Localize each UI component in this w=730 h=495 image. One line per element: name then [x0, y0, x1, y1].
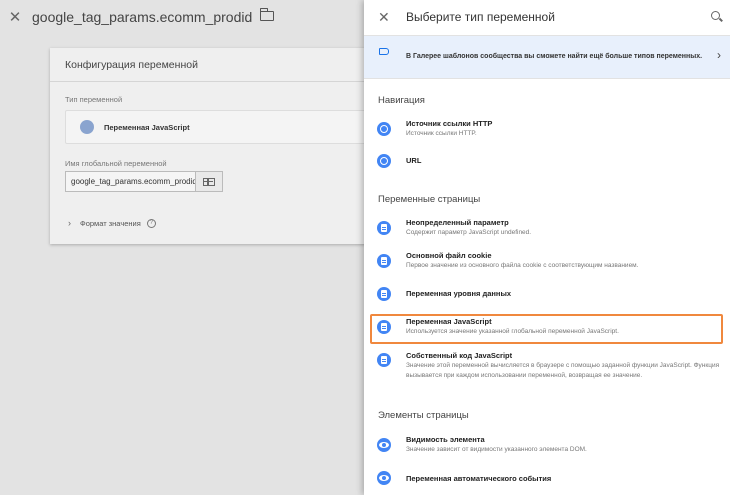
section-page-elements: Элементы страницы: [378, 410, 469, 421]
document-icon: [377, 254, 391, 268]
item-desc: Первое значение из основного файла cooki…: [406, 262, 639, 269]
panel-title: Выберите тип переменной: [406, 10, 555, 24]
section-navigation: Навигация: [378, 95, 425, 106]
list-item-undefined[interactable]: Неопределенный параметр Содержит парамет…: [364, 215, 730, 243]
format-value-toggle[interactable]: › Формат значения ?: [68, 218, 156, 228]
item-desc: Содержит параметр JavaScript undefined.: [406, 229, 532, 236]
item-title: Видимость элемента: [406, 435, 485, 444]
document-icon: [377, 221, 391, 235]
list-item-custom-js[interactable]: Собственный код JavaScript Значение этой…: [364, 349, 730, 393]
global-var-label: Имя глобальной переменной: [65, 159, 167, 168]
list-item-visibility[interactable]: Видимость элемента Значение зависит от в…: [364, 433, 730, 461]
variable-config-card: Конфигурация переменной Тип переменной П…: [50, 48, 395, 244]
type-label: Тип переменной: [65, 95, 123, 104]
variable-picker-button[interactable]: [196, 171, 223, 192]
brick-icon: [203, 177, 215, 186]
item-title: Неопределенный параметр: [406, 218, 509, 227]
variable-name[interactable]: google_tag_params.ecomm_prodid: [32, 9, 252, 25]
card-title: Конфигурация переменной: [50, 48, 390, 82]
list-item-cookie[interactable]: Основной файл cookie Первое значение из …: [364, 248, 730, 276]
eye-icon: [377, 471, 391, 485]
list-item-referrer[interactable]: Источник ссылки HTTP Источник ссылки HTT…: [364, 116, 730, 146]
section-page-variables: Переменные страницы: [378, 194, 481, 205]
panel-header: ✕ Выберите тип переменной: [364, 0, 730, 34]
eye-icon: [377, 438, 391, 452]
gallery-promo-banner[interactable]: В Галерее шаблонов сообщества вы сможете…: [364, 35, 730, 79]
folder-icon[interactable]: [259, 8, 275, 21]
promo-text: В Галерее шаблонов сообщества вы сможете…: [406, 53, 703, 60]
js-variable-icon: [80, 120, 94, 134]
document-icon: [377, 353, 391, 367]
item-title: Собственный код JavaScript: [406, 351, 513, 360]
item-title: Переменная автоматического события: [406, 474, 552, 483]
item-desc: Значение этой переменной вычисляется в б…: [406, 362, 720, 379]
list-item-datalayer[interactable]: Переменная уровня данных: [364, 283, 730, 305]
item-title: URL: [406, 156, 422, 165]
list-item-url[interactable]: URL: [364, 150, 730, 172]
format-label: Формат значения: [80, 218, 141, 228]
chevron-right-icon: ›: [68, 218, 71, 228]
list-item-auto-event[interactable]: Переменная автоматического события: [364, 468, 730, 490]
close-icon[interactable]: ✕: [378, 9, 390, 26]
globe-icon: [377, 122, 391, 136]
variable-type-value: Переменная JavaScript: [104, 122, 190, 132]
tag-icon: [379, 48, 389, 55]
item-desc: Источник ссылки HTTP.: [406, 130, 477, 137]
item-title: Переменная уровня данных: [406, 289, 512, 298]
document-icon: [377, 287, 391, 301]
variable-type-selector[interactable]: Переменная JavaScript: [65, 110, 395, 144]
global-var-input[interactable]: google_tag_params.ecomm_prodid: [65, 171, 196, 192]
close-editor-icon[interactable]: ✕: [4, 8, 26, 26]
search-icon[interactable]: [711, 11, 720, 20]
item-title: Основной файл cookie: [406, 251, 492, 260]
selection-highlight: [370, 314, 723, 344]
item-title: Источник ссылки HTTP: [406, 119, 493, 128]
globe-icon: [377, 154, 391, 168]
variable-type-panel: ✕ Выберите тип переменной В Галерее шабл…: [364, 0, 730, 495]
item-desc: Значение зависит от видимости указанного…: [406, 446, 587, 453]
help-icon[interactable]: ?: [146, 218, 156, 228]
chevron-right-icon: ›: [717, 48, 721, 62]
